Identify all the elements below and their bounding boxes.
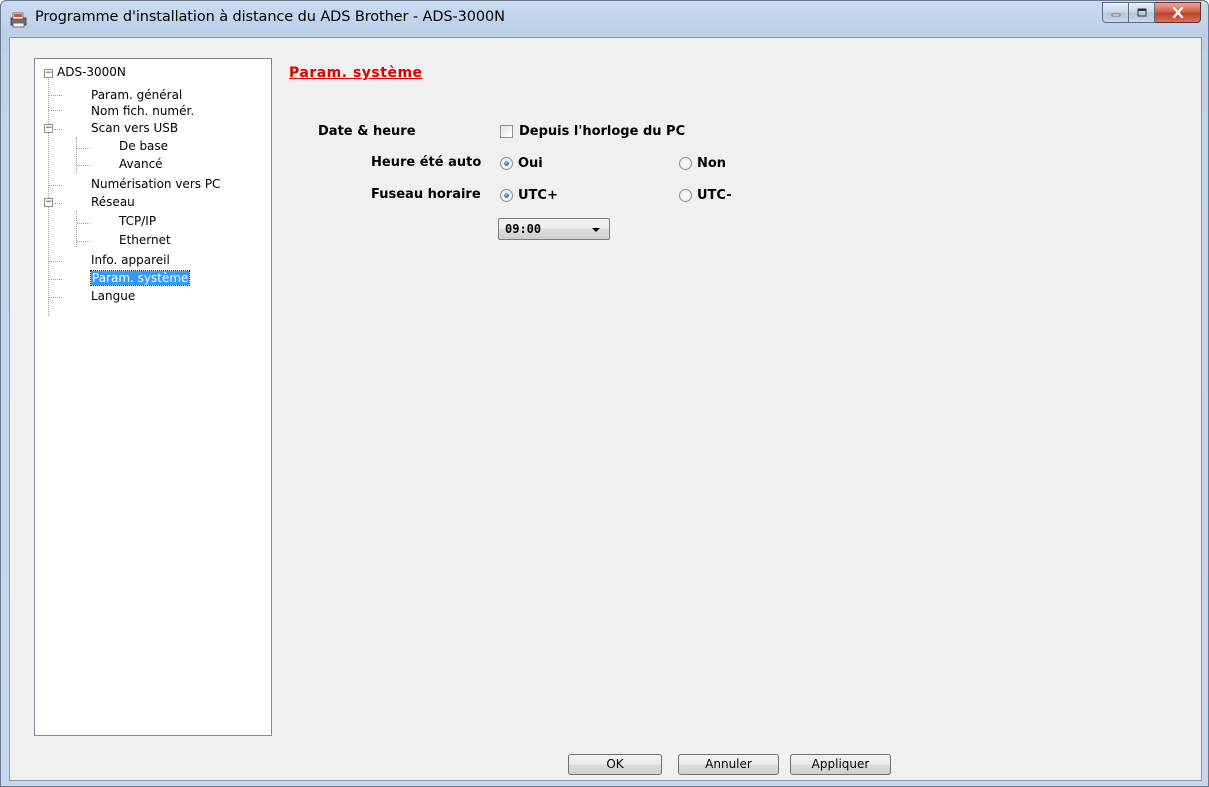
tree-connector (77, 241, 90, 242)
tree-connector (76, 137, 77, 173)
settings-tree[interactable]: − ADS-3000N Param. général Nom fich. num… (34, 58, 272, 736)
dst-no-radio[interactable] (679, 157, 692, 170)
date-time-label: Date & heure (318, 124, 416, 139)
tree-item-label: Numérisation vers PC (91, 177, 221, 191)
tree-connector (49, 279, 62, 280)
window-title: Programme d'installation à distance du A… (35, 9, 505, 25)
tree-item-label: Nom fich. numér. (91, 104, 195, 118)
tree-item-scan-to-pc[interactable]: Numérisation vers PC (91, 177, 220, 192)
tree-item-device-info[interactable]: Info. appareil (91, 253, 170, 268)
dst-yes-radio[interactable] (500, 157, 513, 170)
collapse-icon[interactable]: − (44, 124, 53, 133)
tree-connector (49, 95, 62, 96)
utc-minus-label: UTC- (697, 188, 732, 203)
timezone-offset-value: 09:00 (505, 222, 542, 236)
utc-plus-radio[interactable] (500, 189, 513, 202)
close-button[interactable] (1155, 2, 1201, 23)
from-pc-clock-option[interactable]: Depuis l'horloge du PC (500, 124, 685, 139)
cancel-button[interactable]: Annuler (678, 754, 779, 775)
tree-item-label: Avancé (119, 157, 163, 171)
from-pc-clock-checkbox[interactable] (500, 125, 513, 138)
tree-item-advanced[interactable]: Avancé (119, 157, 163, 172)
dialog-client-area: − ADS-3000N Param. général Nom fich. num… (9, 37, 1202, 781)
collapse-icon[interactable]: − (44, 198, 53, 207)
tree-item-label: Scan vers USB (91, 121, 179, 135)
ok-button[interactable]: OK (568, 754, 662, 775)
utc-plus-option[interactable]: UTC+ (500, 188, 558, 203)
maximize-icon (1137, 8, 1146, 17)
tree-connector (77, 165, 90, 166)
tree-item-system-settings[interactable]: Param. système (89, 270, 191, 286)
timezone-label: Fuseau horaire (371, 187, 481, 202)
printer-app-icon (10, 12, 27, 28)
tree-connector (54, 129, 62, 130)
tree-item-label: TCP/IP (119, 214, 157, 228)
apply-button[interactable]: Appliquer (790, 754, 891, 775)
collapse-icon[interactable]: − (44, 69, 53, 78)
caption-buttons (1102, 2, 1201, 23)
tree-connector (49, 110, 62, 111)
tree-item-root[interactable]: ADS-3000N (57, 65, 126, 80)
tree-connector (77, 148, 90, 149)
tree-item-label: Param. système (89, 270, 191, 286)
tree-item-label: De base (119, 139, 169, 153)
timezone-offset-select[interactable]: 09:00 (498, 218, 610, 240)
tree-connector (48, 76, 49, 316)
tree-connector (54, 203, 62, 204)
dst-label: Heure été auto (371, 155, 482, 170)
utc-plus-label: UTC+ (518, 188, 558, 203)
tree-connector (77, 223, 90, 224)
from-pc-clock-label: Depuis l'horloge du PC (519, 124, 686, 139)
tree-item-label: ADS-3000N (57, 65, 126, 79)
tree-item-file-name[interactable]: Nom fich. numér. (91, 104, 194, 119)
dst-yes-label: Oui (518, 156, 543, 171)
dst-yes-option[interactable]: Oui (500, 156, 543, 171)
tree-item-label: Info. appareil (91, 253, 170, 267)
section-title: Param. système (289, 65, 423, 81)
close-icon (1172, 7, 1183, 18)
tree-item-basic[interactable]: De base (119, 139, 168, 154)
tree-item-label: Ethernet (119, 233, 171, 247)
tree-item-general-settings[interactable]: Param. général (91, 88, 182, 103)
tree-item-label: Param. général (91, 88, 183, 102)
utc-minus-option[interactable]: UTC- (679, 188, 732, 203)
tree-item-label: Réseau (91, 195, 135, 209)
tree-connector (49, 261, 62, 262)
minimize-icon (1111, 13, 1120, 16)
minimize-button[interactable] (1102, 2, 1129, 23)
tree-item-scan-to-usb[interactable]: Scan vers USB (91, 121, 178, 136)
tree-item-tcpip[interactable]: TCP/IP (119, 214, 156, 229)
dst-no-option[interactable]: Non (679, 156, 726, 171)
tree-item-label: Langue (91, 289, 136, 303)
tree-item-ethernet[interactable]: Ethernet (119, 233, 171, 248)
chevron-down-icon (592, 228, 600, 232)
utc-minus-radio[interactable] (679, 189, 692, 202)
maximize-button[interactable] (1129, 2, 1155, 23)
tree-connector (49, 297, 62, 298)
tree-item-network[interactable]: Réseau (91, 195, 135, 210)
dst-no-label: Non (697, 156, 727, 171)
tree-item-language[interactable]: Langue (91, 289, 135, 304)
tree-connector (49, 185, 62, 186)
tree-container: − ADS-3000N Param. général Nom fich. num… (35, 59, 271, 735)
title-bar[interactable]: Programme d'installation à distance du A… (1, 1, 1208, 37)
main-window: Programme d'installation à distance du A… (0, 0, 1209, 787)
